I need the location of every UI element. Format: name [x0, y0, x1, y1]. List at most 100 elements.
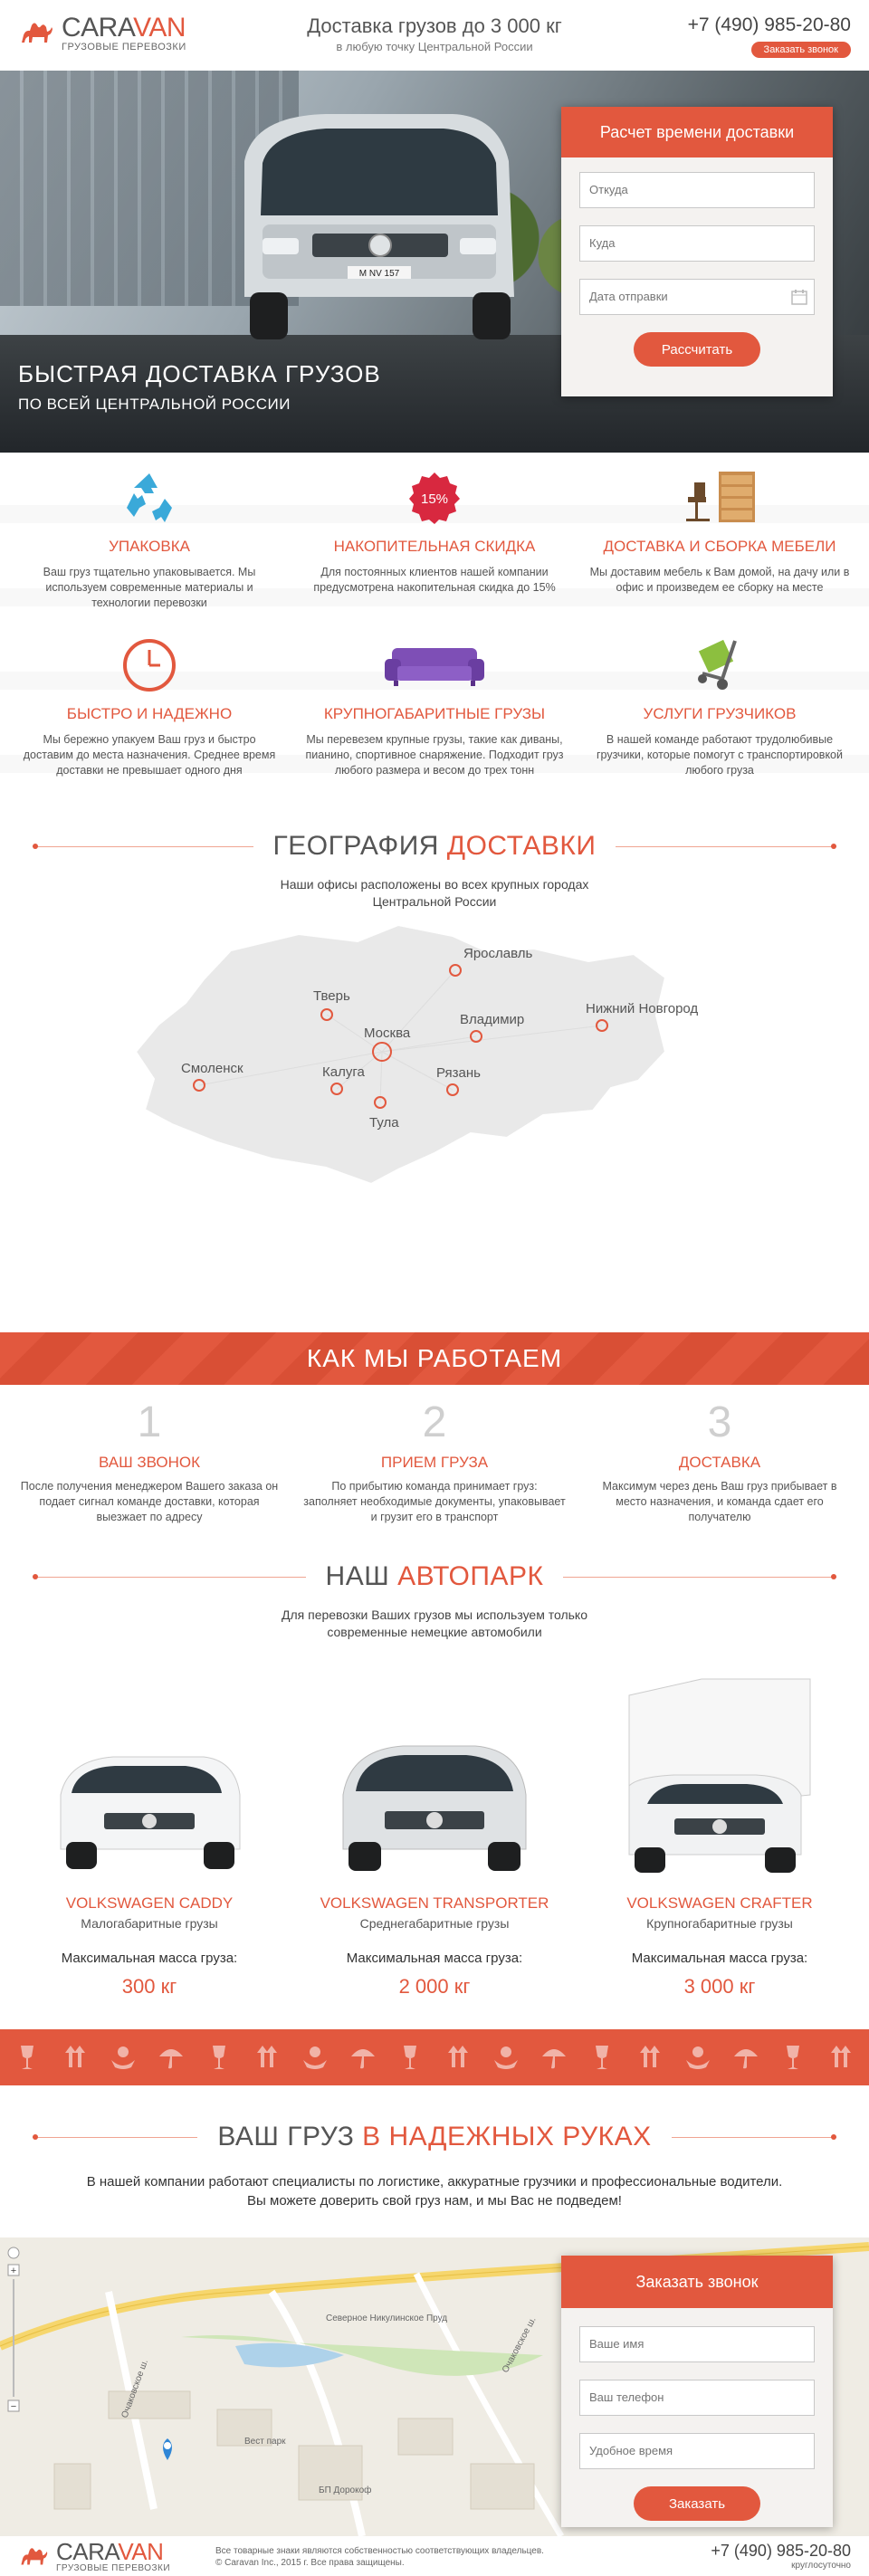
feature-title: УСЛУГИ ГРУЗЧИКОВ: [643, 705, 797, 722]
subtitle-line: Центральной России: [372, 894, 497, 909]
date-field: [579, 279, 815, 315]
feature-text: Мы перевезем крупные грузы, такие как ди…: [305, 733, 564, 777]
hands-icon: [494, 2046, 519, 2069]
discount-badge-text: 15%: [421, 491, 448, 507]
subtitle-line: Наши офисы расположены во всех крупных г…: [280, 877, 589, 892]
city-label: Владимир: [460, 1012, 524, 1027]
glass-icon: [21, 2046, 34, 2069]
subtitle-line: современные немецкие автомобили: [327, 1625, 542, 1639]
central-russia-map: Ярославль Тверь Москва Владимир Нижний Н…: [134, 923, 698, 1186]
map-label: Северное Никулинское Пруд: [326, 2314, 447, 2323]
copyright-line: Все товарные знаки являются собственност…: [215, 2546, 544, 2556]
reliability-section: ВАШ ГРУЗ В НАДЕЖНЫХ РУКАХ В нашей компан…: [0, 2085, 869, 2237]
feature-discount: 15% НАКОПИТЕЛЬНАЯ СКИДКА Для постоянных …: [303, 471, 566, 611]
umbrella-icon: [350, 2049, 375, 2069]
svg-text:−: −: [11, 2401, 16, 2412]
copyright-line: © Caravan Inc., 2015 г. Все права защище…: [215, 2558, 405, 2568]
step-item: 3 ДОСТАВКА Максимум через день Ваш груз …: [588, 1398, 851, 1525]
feature-text: Ваш груз тщательно упаковывается. Мы исп…: [43, 566, 256, 609]
hand-truck-icon: [698, 639, 737, 690]
step-number: 1: [137, 1398, 162, 1446]
car-transporter: VOLKSWAGEN TRANSPORTER Среднегабаритные …: [303, 1677, 566, 1999]
title-accent: В НАДЕЖНЫХ РУКАХ: [362, 2122, 652, 2151]
feature-title: НАКОПИТЕЛЬНАЯ СКИДКА: [333, 538, 536, 555]
step-text: Максимум через день Ваш груз прибывает в…: [602, 1480, 837, 1523]
city-label: Ярославль: [463, 946, 532, 961]
car-caddy: VOLKSWAGEN CADDY Малогабаритные грузы Ма…: [18, 1677, 281, 1999]
feature-text: В нашей команде работают трудолюбивые гр…: [597, 733, 843, 777]
logo-subtitle: ГРУЗОВЫЕ ПЕРЕВОЗКИ: [56, 2563, 171, 2573]
calculator-title: Расчет времени доставки: [561, 107, 833, 157]
glass-icon: [212, 2046, 225, 2069]
feature-fast: БЫСТРО И НАДЕЖНО Мы бережно упакуем Ваш …: [18, 638, 281, 778]
calculate-button[interactable]: Рассчитать: [634, 332, 760, 367]
step-title: ДОСТАВКА: [678, 1454, 761, 1471]
location-map[interactable]: Вест парк БП Дорокоф Очаковское ш. Очако…: [0, 2237, 869, 2536]
footer-hours: круглосуточно: [791, 2561, 851, 2571]
step-item: 1 ВАШ ЗВОНОК После получения менеджером …: [18, 1398, 281, 1525]
glass-icon: [404, 2046, 417, 2069]
hero-title: БЫСТРАЯ ДОСТАВКА ГРУЗОВ: [18, 360, 381, 387]
from-input[interactable]: [579, 172, 815, 208]
this-way-up-icon: [448, 2046, 469, 2067]
this-way-up-icon: [256, 2046, 277, 2067]
car-type: Малогабаритные грузы: [81, 1916, 218, 1931]
logo-name-accent: VAN: [118, 2538, 164, 2565]
feature-large-cargo: КРУПНОГАБАРИТНЫЕ ГРУЗЫ Мы перевезем круп…: [303, 638, 566, 778]
car-type: Крупногабаритные грузы: [646, 1916, 793, 1931]
car-name: VOLKSWAGEN TRANSPORTER: [320, 1894, 549, 1912]
how-we-work-title: КАК МЫ РАБОТАЕМ: [0, 1332, 869, 1385]
date-input[interactable]: [579, 279, 815, 315]
map-zoom-control[interactable]: + −: [7, 2247, 20, 2419]
to-input[interactable]: [579, 225, 815, 262]
sofa-icon: [385, 648, 484, 686]
city-label: Калуга: [322, 1064, 365, 1080]
time-input[interactable]: [579, 2433, 815, 2469]
text-line: В нашей компании работают специалисты по…: [86, 2174, 783, 2190]
footer-copyright: Все товарные знаки являются собственност…: [215, 2545, 544, 2569]
phone-input[interactable]: [579, 2380, 815, 2416]
features-section: УПАКОВКА Ваш груз тщательно упаковываетс…: [0, 453, 869, 815]
feature-packaging: УПАКОВКА Ваш груз тщательно упаковываетс…: [18, 471, 281, 611]
fleet-subtitle: Для перевозки Ваших грузов мы используем…: [0, 1607, 869, 1641]
logo-name-part: CARA: [56, 2538, 119, 2565]
hands-icon: [302, 2046, 327, 2069]
feature-furniture: ДОСТАВКА И СБОРКА МЕБЕЛИ Мы доставим меб…: [588, 471, 851, 611]
name-input[interactable]: [579, 2326, 815, 2362]
order-call-button[interactable]: Заказать: [634, 2486, 760, 2521]
map-label: Вест парк: [244, 2437, 286, 2447]
camel-icon: [21, 2547, 48, 2564]
clock-icon: [123, 639, 176, 692]
car-mass-label: Максимальная масса груза:: [61, 1951, 238, 1966]
truck-crafter-image: [628, 1678, 811, 1873]
feature-title: КРУПНОГАБАРИТНЫЕ ГРУЗЫ: [323, 705, 546, 722]
city-label: Тверь: [313, 988, 350, 1004]
header-phone[interactable]: +7 (490) 985-20-80: [688, 14, 851, 36]
feature-title: ДОСТАВКА И СБОРКА МЕБЕЛИ: [603, 538, 836, 555]
feature-text: Для постоянных клиентов нашей компании п…: [313, 566, 556, 594]
glass-icon: [787, 2046, 800, 2069]
step-number: 3: [707, 1398, 732, 1446]
geography-section: ГЕОГРАФИЯ ДОСТАВКИ Наши офисы расположен…: [0, 815, 869, 1332]
region-map: Ярославль Тверь Москва Владимир Нижний Н…: [0, 916, 869, 1305]
feature-text: Мы бережно упакуем Ваш груз и быстро дос…: [23, 733, 276, 777]
car-type: Среднегабаритные грузы: [359, 1916, 510, 1931]
hero-van-image: M NV 157: [244, 114, 514, 339]
car-mass-label: Максимальная масса груза:: [346, 1951, 523, 1966]
city-label: Тула: [369, 1115, 399, 1131]
calendar-icon[interactable]: [791, 289, 807, 305]
car-name: VOLKSWAGEN CADDY: [65, 1894, 234, 1912]
feature-movers: УСЛУГИ ГРУЗЧИКОВ В нашей команде работаю…: [588, 638, 851, 778]
hero-section: M NV 157 БЫСТРАЯ ДОСТАВКА ГРУЗОВ ПО ВСЕЙ…: [0, 71, 869, 453]
city-label: Нижний Новгород: [586, 1001, 698, 1016]
car-mass-label: Максимальная масса груза:: [631, 1951, 808, 1966]
car-name: VOLKSWAGEN CRAFTER: [626, 1894, 813, 1912]
car-mass: 2 000 кг: [398, 1975, 471, 1998]
hero-text: БЫСТРАЯ ДОСТАВКА ГРУЗОВ ПО ВСЕЙ ЦЕНТРАЛЬ…: [18, 360, 381, 414]
this-way-up-icon: [831, 2046, 852, 2067]
footer-phone[interactable]: +7 (490) 985-20-80: [711, 2542, 851, 2561]
city-label: Рязань: [436, 1065, 481, 1081]
fleet-section: НАШ АВТОПАРК Для перевозки Ваших грузов …: [0, 1552, 869, 2029]
call-request-button[interactable]: Заказать звонок: [750, 42, 851, 58]
footer-logo[interactable]: CARAVAN ГРУЗОВЫЕ ПЕРЕВОЗКИ: [18, 2540, 170, 2573]
